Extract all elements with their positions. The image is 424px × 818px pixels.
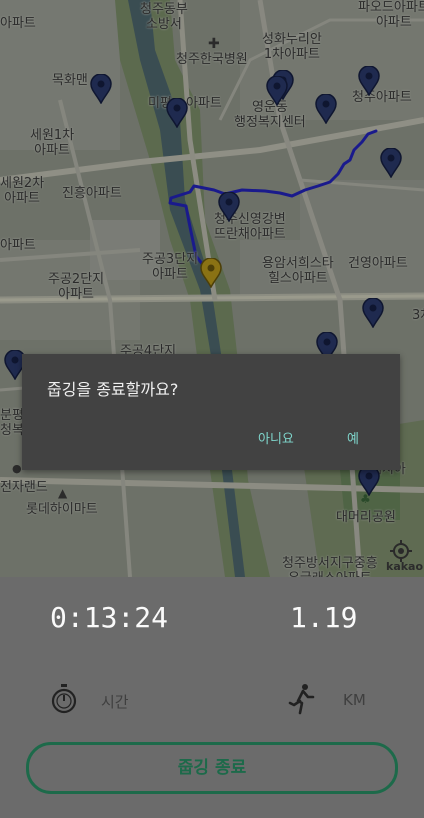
trash-bin-marker-icon[interactable] xyxy=(358,466,380,496)
stopwatch-icon xyxy=(50,683,78,719)
runner-icon xyxy=(288,683,316,719)
map-label: 목화맨 xyxy=(52,73,88,88)
map-label: 대머리공원 xyxy=(336,510,396,525)
map-view[interactable]: 청주동부 소방서 아파트 파오드아파트 아파트 청주한국병원 성화누리안 1차아파트 … xyxy=(0,0,424,577)
map-label: 청주방서지구중흥유글래스아파트 xyxy=(282,556,378,577)
map-label: 주공3단지 아파트 xyxy=(142,252,199,282)
map-label: 롯데하이마트 xyxy=(26,502,98,517)
map-label: 전자랜드 xyxy=(0,480,48,495)
trash-bin-marker-icon[interactable] xyxy=(315,94,337,124)
dialog-no-button[interactable]: 아니요 xyxy=(258,428,294,447)
department-store-icon: ▲ xyxy=(58,486,68,500)
map-label: 아파트 xyxy=(0,238,36,253)
end-jogging-button[interactable]: 줍깅 종료 xyxy=(26,742,398,794)
map-label: 아파트 xyxy=(0,16,36,31)
distance-unit-label: KM xyxy=(343,691,366,709)
map-label: 주공2단지 아파트 xyxy=(48,272,105,302)
current-location-marker-icon xyxy=(200,258,222,288)
dialog-message: 줍깅을 종료할까요? xyxy=(47,380,179,399)
trash-bin-marker-icon[interactable] xyxy=(358,66,380,96)
map-label: 건영아파트 xyxy=(348,256,408,271)
map-label: 용암서희스타 힐스아파트 xyxy=(262,256,334,286)
map-provider-logo: kakao xyxy=(386,560,424,573)
map-label: 아파트 xyxy=(186,96,222,111)
trash-bin-marker-icon[interactable] xyxy=(90,74,112,104)
hospital-icon: ✚ xyxy=(208,36,220,52)
distance-value: 1.19 xyxy=(290,601,358,634)
elapsed-time-value: 0:13:24 xyxy=(50,601,169,634)
map-label: 3차 xyxy=(412,308,424,323)
map-label: 세원2차 아파트 xyxy=(0,176,45,206)
trash-bin-marker-icon[interactable] xyxy=(266,76,288,106)
map-label: 성화누리안 1차아파트 xyxy=(262,32,322,62)
map-label: 파오드아파트 아파트 xyxy=(358,0,424,30)
stats-panel: 0:13:24 1.19 시간 KM 줍깅 종료 xyxy=(0,577,424,818)
map-label: 청주한국병원 xyxy=(176,52,248,67)
trash-bin-marker-icon[interactable] xyxy=(218,192,240,222)
map-label: 세원1차 아파트 xyxy=(30,128,75,158)
dialog-yes-button[interactable]: 예 xyxy=(347,428,359,447)
trash-bin-marker-icon[interactable] xyxy=(166,98,188,128)
map-label: 청주동부 소방서 xyxy=(140,2,188,32)
trash-bin-marker-icon[interactable] xyxy=(380,148,402,178)
map-label: 진흥아파트 xyxy=(62,186,122,201)
trash-bin-marker-icon[interactable] xyxy=(362,298,384,328)
shop-icon: ● xyxy=(12,462,22,475)
time-label: 시간 xyxy=(101,693,129,711)
end-jogging-dialog: 줍깅을 종료할까요? 아니요 예 xyxy=(22,354,400,470)
